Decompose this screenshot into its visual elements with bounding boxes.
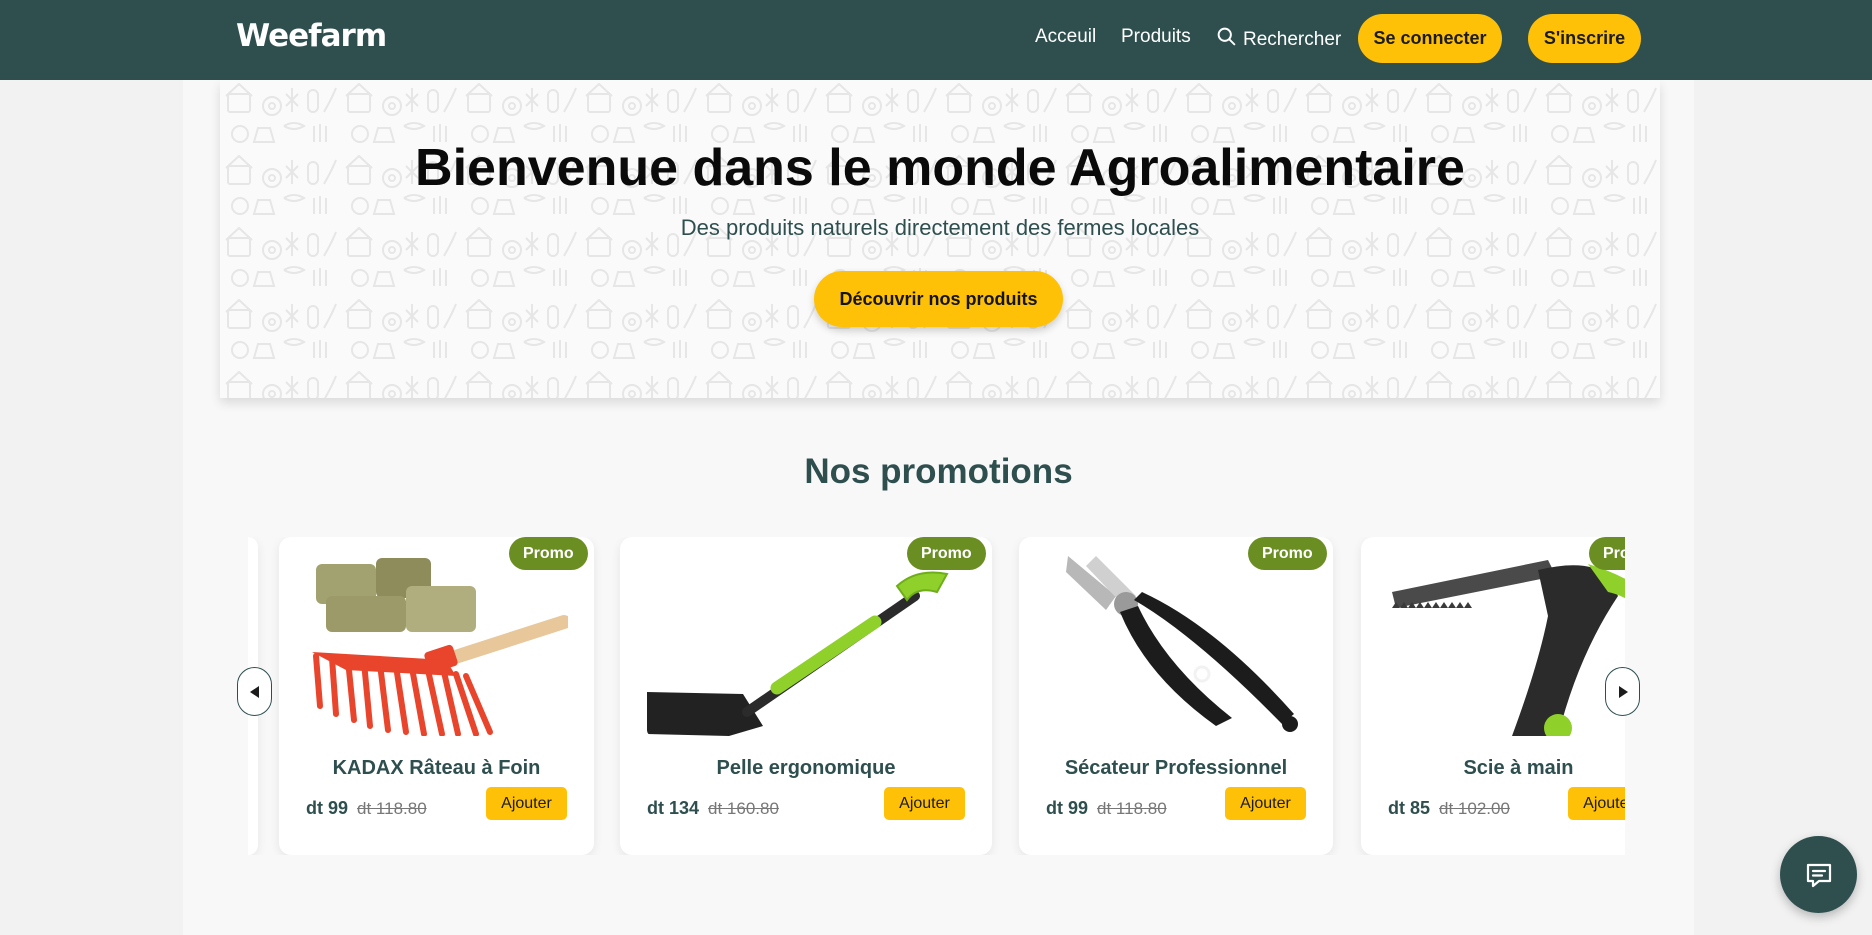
product-name: Sécateur Professionnel bbox=[1064, 757, 1288, 779]
chat-icon bbox=[1806, 863, 1831, 887]
product-card[interactable]: Promo KADAX Râteau à Foin dt 99 dt 118.8… bbox=[279, 537, 594, 855]
hero-title: Bienvenue dans le monde Agroalimentaire bbox=[415, 139, 1465, 197]
promo-badge: Promo bbox=[509, 537, 588, 570]
price-current: dt 85 bbox=[1388, 798, 1431, 818]
price-original: dt 102.00 bbox=[1439, 799, 1510, 818]
product-image bbox=[306, 556, 568, 736]
caret-left-icon bbox=[249, 685, 259, 698]
brand-logo[interactable]: Weefarm bbox=[236, 18, 387, 54]
caret-right-icon bbox=[1618, 685, 1628, 698]
price-original: dt 160.80 bbox=[708, 799, 779, 818]
nav-link-products[interactable]: Produits bbox=[1121, 26, 1191, 48]
product-image bbox=[1388, 556, 1625, 736]
price-current: dt 99 bbox=[1046, 798, 1089, 818]
product-card[interactable]: Promo Scie à main dt 85 dt 102.00 Ajoute… bbox=[1361, 537, 1625, 855]
nav-search-label: Rechercher bbox=[1243, 28, 1342, 50]
product-image bbox=[647, 556, 965, 736]
price-current: dt 134 bbox=[647, 798, 700, 818]
navbar: Weefarm Acceuil Produits Rechercher Se c… bbox=[0, 0, 1872, 80]
add-to-cart-button[interactable]: Ajouter bbox=[1568, 787, 1625, 820]
add-to-cart-button[interactable]: Ajouter bbox=[884, 787, 965, 820]
hand-saw-icon bbox=[1392, 560, 1625, 736]
product-price: dt 99 dt 118.80 bbox=[1046, 798, 1167, 819]
add-to-cart-button[interactable]: Ajouter bbox=[1225, 787, 1306, 820]
price-current: dt 99 bbox=[306, 798, 349, 818]
main-content: Bienvenue dans le monde Agroalimentaire … bbox=[183, 80, 1694, 935]
nav-link-home[interactable]: Acceuil bbox=[1035, 26, 1096, 48]
search-icon bbox=[1216, 26, 1237, 53]
product-price: dt 85 dt 102.00 bbox=[1388, 798, 1510, 819]
promo-badge: Promo bbox=[907, 537, 986, 570]
add-to-cart-button[interactable]: Ajouter bbox=[486, 787, 567, 820]
rake-icon bbox=[312, 558, 568, 736]
product-name: Pelle ergonomique bbox=[716, 757, 896, 779]
pruning-shears-icon bbox=[1066, 556, 1298, 732]
discover-products-button[interactable]: Découvrir nos produits bbox=[814, 271, 1063, 327]
carousel-next-button[interactable] bbox=[1605, 667, 1640, 716]
product-price: dt 134 dt 160.80 bbox=[647, 798, 779, 819]
login-button[interactable]: Se connecter bbox=[1358, 14, 1502, 63]
chat-button[interactable] bbox=[1780, 836, 1857, 913]
product-image bbox=[1046, 556, 1307, 736]
promotions-carousel: Promo KADAX Râteau à Foin dt 99 dt 118.8… bbox=[248, 537, 1625, 855]
product-name: KADAX Râteau à Foin bbox=[332, 757, 541, 779]
product-price: dt 99 dt 118.80 bbox=[306, 798, 427, 819]
hero-subtitle: Des produits naturels directement des fe… bbox=[680, 215, 1200, 240]
promo-badge: Promo bbox=[1248, 537, 1327, 570]
nav-link-search[interactable]: Rechercher bbox=[1216, 26, 1341, 53]
price-original: dt 118.80 bbox=[1097, 799, 1167, 818]
product-name: Scie à main bbox=[1463, 757, 1574, 779]
signup-button[interactable]: S'inscrire bbox=[1528, 14, 1641, 63]
promo-badge: Promo bbox=[1589, 537, 1625, 570]
shovel-icon bbox=[647, 571, 949, 736]
product-card[interactable]: Promo Pelle ergonomique dt 134 dt 160.80… bbox=[620, 537, 992, 855]
carousel-prev-button[interactable] bbox=[237, 667, 272, 716]
price-original: dt 118.80 bbox=[357, 799, 427, 818]
hero-banner: Bienvenue dans le monde Agroalimentaire … bbox=[220, 80, 1660, 398]
product-card[interactable]: Promo Sécateur Professionnel dt 99 dt 11… bbox=[1019, 537, 1333, 855]
promotions-title: Nos promotions bbox=[804, 452, 1073, 491]
